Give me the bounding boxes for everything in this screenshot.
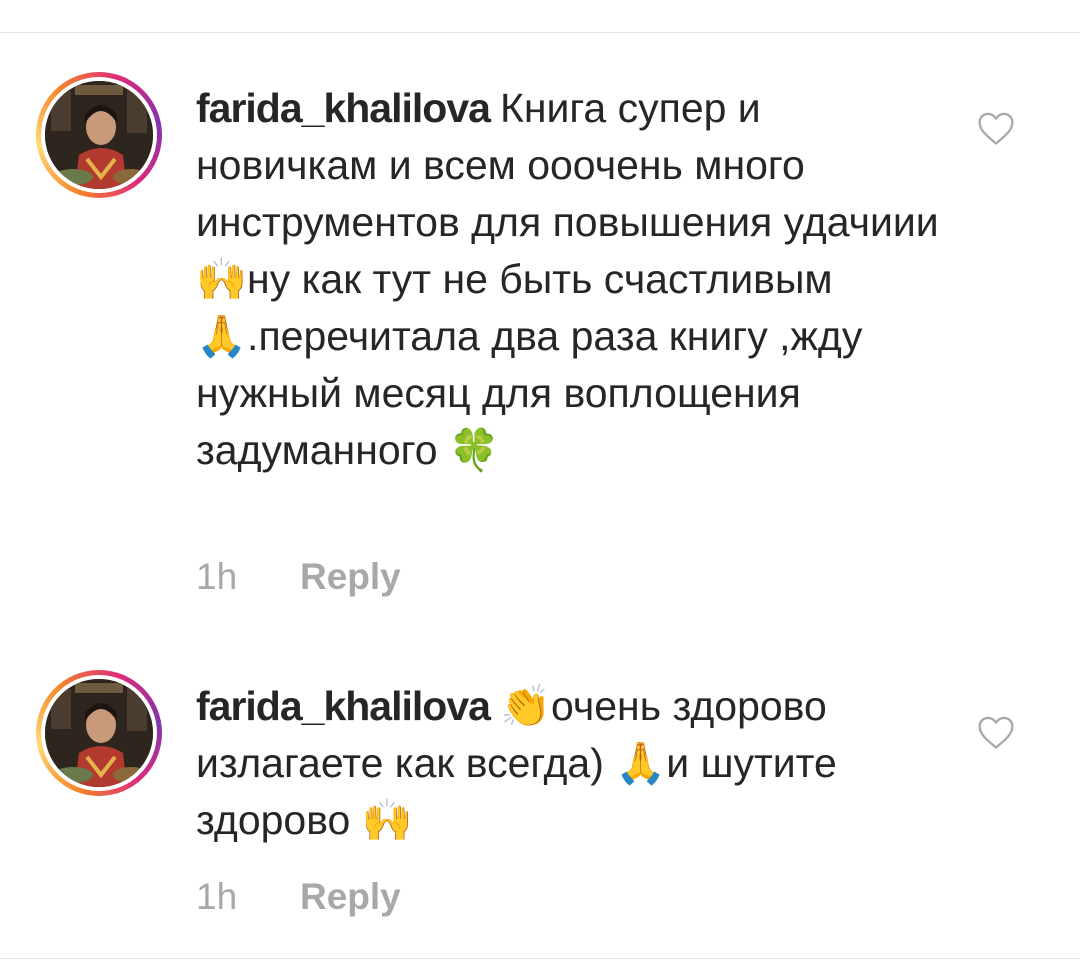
comment-body: farida_khalilova Книга супер и новичкам и… <box>196 80 946 479</box>
comment-time: 1h <box>196 556 238 597</box>
username-link[interactable]: farida_khalilova <box>196 683 491 729</box>
avatar-photo <box>45 81 153 189</box>
comment-body: farida_khalilova 👏очень здорово излагаете… <box>196 678 946 849</box>
comment-text: Книга супер и новичкам и всем ооочень мн… <box>196 85 939 473</box>
comment-meta: 1h Reply <box>196 556 401 598</box>
avatar[interactable] <box>36 72 162 198</box>
heart-outline-icon[interactable] <box>976 110 1016 146</box>
comment-meta: 1h Reply <box>196 876 401 918</box>
avatar[interactable] <box>36 670 162 796</box>
top-divider <box>0 32 1080 33</box>
reply-button[interactable]: Reply <box>300 876 401 917</box>
avatar-photo <box>45 679 153 787</box>
comment-time: 1h <box>196 876 238 917</box>
reply-button[interactable]: Reply <box>300 556 401 597</box>
bottom-divider <box>0 958 1080 959</box>
username-link[interactable]: farida_khalilova <box>196 85 491 131</box>
heart-outline-icon[interactable] <box>976 714 1016 750</box>
